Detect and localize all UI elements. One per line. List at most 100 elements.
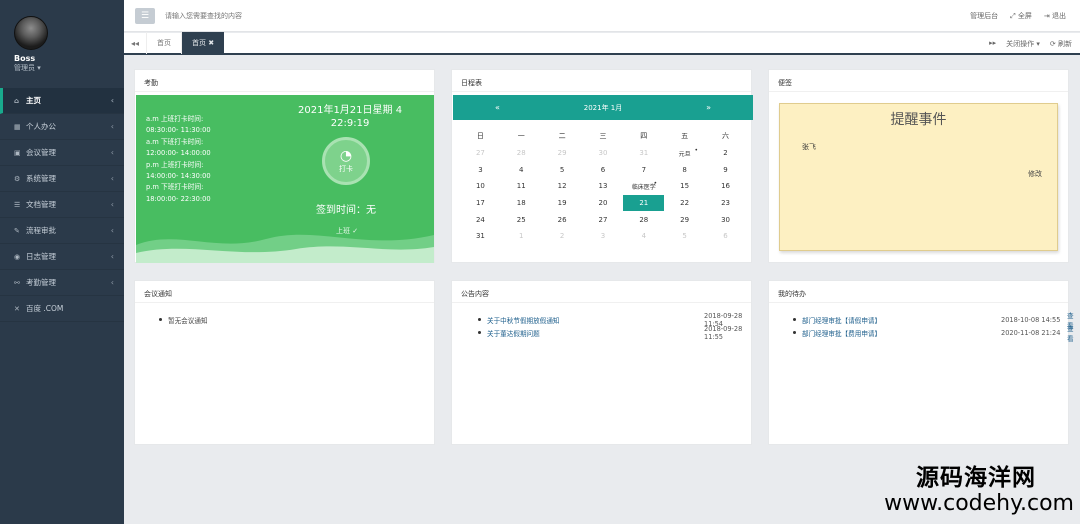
- day-label: 28: [516, 149, 526, 158]
- todo-view-link[interactable]: 查看: [1067, 323, 1074, 343]
- calendar-day[interactable]: 8: [664, 161, 705, 178]
- calendar-day[interactable]: 2: [542, 228, 583, 245]
- calendar-day[interactable]: 临床医学 •: [623, 178, 664, 195]
- calendar-day[interactable]: 15: [664, 178, 705, 195]
- calendar-day[interactable]: 29: [664, 211, 705, 228]
- calendar-day[interactable]: 7: [623, 161, 664, 178]
- day-label: 5: [682, 232, 687, 241]
- calendar-day[interactable]: 6: [583, 161, 624, 178]
- calendar-day[interactable]: 19: [542, 195, 583, 212]
- day-label: 24: [475, 215, 485, 224]
- calendar-day[interactable]: 4: [623, 228, 664, 245]
- todo-link[interactable]: 部门经理审批【请假申请】: [802, 315, 881, 325]
- weekday-header: 五: [681, 132, 689, 141]
- search-input[interactable]: [165, 11, 425, 20]
- day-label: 13: [598, 182, 608, 191]
- chevron-left-icon: ‹: [110, 226, 114, 235]
- month-label: 2021年 1月: [583, 103, 623, 112]
- announcement-list: 关于中秋节假期放假通知 2018-09-28 11:54 关于董达假期问题 2018…: [452, 303, 751, 341]
- day-label: 31: [475, 232, 485, 241]
- calendar-day[interactable]: 3: [583, 228, 624, 245]
- sidebar-item-2[interactable]: ▣ 会议管理 ‹: [0, 140, 124, 166]
- avatar[interactable]: [14, 16, 48, 50]
- tab-home[interactable]: 首页: [146, 32, 181, 54]
- sidebar-item-0[interactable]: ⌂ 主页 ‹: [0, 88, 124, 114]
- day-label: 29: [557, 149, 567, 158]
- calendar-day[interactable]: 28: [623, 211, 664, 228]
- calendar-day[interactable]: 元旦 •: [664, 145, 705, 162]
- schedule-line: 08:30:00- 11:30:00: [146, 126, 211, 135]
- calendar-day[interactable]: 24: [460, 211, 501, 228]
- list-item[interactable]: 部门经理审批【费用申请】 2020-11-08 21:24 查看: [793, 325, 1074, 343]
- calendar-day[interactable]: 23: [705, 195, 746, 212]
- tab-scroll-right-icon[interactable]: ▸▸: [989, 39, 996, 49]
- calendar-day[interactable]: 5: [664, 228, 705, 245]
- announcement-link[interactable]: 关于董达假期问题: [487, 328, 540, 338]
- calendar-day[interactable]: 31: [460, 228, 501, 245]
- calendar-day[interactable]: 25: [501, 211, 542, 228]
- day-label: 2: [723, 149, 728, 158]
- day-label: 15: [680, 182, 690, 191]
- list-item[interactable]: 关于董达假期问题 2018-09-28 11:55: [478, 325, 751, 341]
- calendar-day[interactable]: 31: [623, 145, 664, 162]
- user-role-dropdown[interactable]: 管理员 ▾: [14, 63, 124, 73]
- day-label: 19: [557, 199, 567, 208]
- close-tabs-dropdown[interactable]: 关闭操作 ▾: [1006, 39, 1040, 49]
- calendar-day[interactable]: 17: [460, 195, 501, 212]
- logout-button[interactable]: ⇥ 退出: [1044, 11, 1066, 21]
- calendar-day[interactable]: 27: [460, 145, 501, 162]
- todo-link[interactable]: 部门经理审批【费用申请】: [802, 328, 881, 338]
- calendar-day[interactable]: 30: [705, 211, 746, 228]
- day-label: 31: [639, 149, 649, 158]
- tab-scroll-left-icon[interactable]: ◂◂: [124, 39, 146, 48]
- calendar-day[interactable]: 18: [501, 195, 542, 212]
- sidebar-item-4[interactable]: ☰ 文档管理 ‹: [0, 192, 124, 218]
- tab-home-active[interactable]: 首页 ✖: [181, 32, 225, 54]
- menu-toggle-button[interactable]: ☰: [135, 7, 155, 24]
- calendar-day[interactable]: 4: [501, 161, 542, 178]
- sidebar-item-3[interactable]: ⚙ 系统管理 ‹: [0, 166, 124, 192]
- next-month-button[interactable]: »: [706, 103, 711, 112]
- list-item[interactable]: 部门经理审批【请假申请】 2018-10-08 14:55 查看: [793, 312, 1074, 330]
- panel-title: 日程表: [452, 70, 751, 92]
- calendar-day[interactable]: 30: [583, 145, 624, 162]
- calendar-day[interactable]: 16: [705, 178, 746, 195]
- calendar-day[interactable]: 10: [460, 178, 501, 195]
- calendar-day-selected[interactable]: 21: [623, 194, 665, 212]
- sidebar-item-7[interactable]: ⚯ 考勤管理 ‹: [0, 270, 124, 296]
- admin-link[interactable]: 管理后台: [970, 11, 998, 21]
- calendar-day[interactable]: 12: [542, 178, 583, 195]
- calendar-day[interactable]: 29: [542, 145, 583, 162]
- calendar-day[interactable]: 28: [501, 145, 542, 162]
- calendar-day[interactable]: 20: [583, 195, 624, 212]
- sidebar-item-5[interactable]: ✎ 流程审批 ‹: [0, 218, 124, 244]
- refresh-button[interactable]: ⟳ 刷新: [1050, 39, 1072, 49]
- todo-time: 2018-10-08 14:55: [1001, 315, 1061, 324]
- calendar-day[interactable]: 11: [501, 178, 542, 195]
- calendar-day[interactable]: 3: [460, 161, 501, 178]
- calendar-day[interactable]: 2: [705, 145, 746, 162]
- fullscreen-button[interactable]: ⤢ 全屏: [1010, 11, 1032, 21]
- wave-decoration: [136, 234, 434, 263]
- sidebar-item-label: 流程审批: [26, 226, 56, 235]
- calendar-day[interactable]: 26: [542, 211, 583, 228]
- calendar-day[interactable]: 27: [583, 211, 624, 228]
- calendar-day[interactable]: 1: [501, 228, 542, 245]
- announcement-link[interactable]: 关于中秋节假期放假通知: [487, 315, 560, 325]
- day-label: 26: [557, 215, 567, 224]
- sticky-note: 提醒事件 张飞 修改: [779, 103, 1058, 251]
- calendar-day[interactable]: 6: [705, 228, 746, 245]
- calendar-day[interactable]: 13: [583, 178, 624, 195]
- note-edit-button[interactable]: 修改: [1028, 169, 1042, 179]
- schedule-list: a.m 上班打卡时间: 08:30:00- 11:30:00 a.m 下班打卡时间:…: [146, 114, 211, 205]
- calendar-day[interactable]: 9: [705, 161, 746, 178]
- sidebar-item-1[interactable]: ▦ 个人办公 ‹: [0, 114, 124, 140]
- sidebar-item-label: 个人办公: [26, 122, 56, 131]
- clock-in-button[interactable]: ◔ 打卡: [322, 137, 370, 185]
- weekday-header: 二: [558, 132, 566, 141]
- sidebar-item-8[interactable]: ✕ 百度 .COM: [0, 296, 124, 322]
- sidebar-item-6[interactable]: ◉ 日志管理 ‹: [0, 244, 124, 270]
- prev-month-button[interactable]: «: [495, 103, 500, 112]
- calendar-day[interactable]: 22: [664, 195, 705, 212]
- calendar-day[interactable]: 5: [542, 161, 583, 178]
